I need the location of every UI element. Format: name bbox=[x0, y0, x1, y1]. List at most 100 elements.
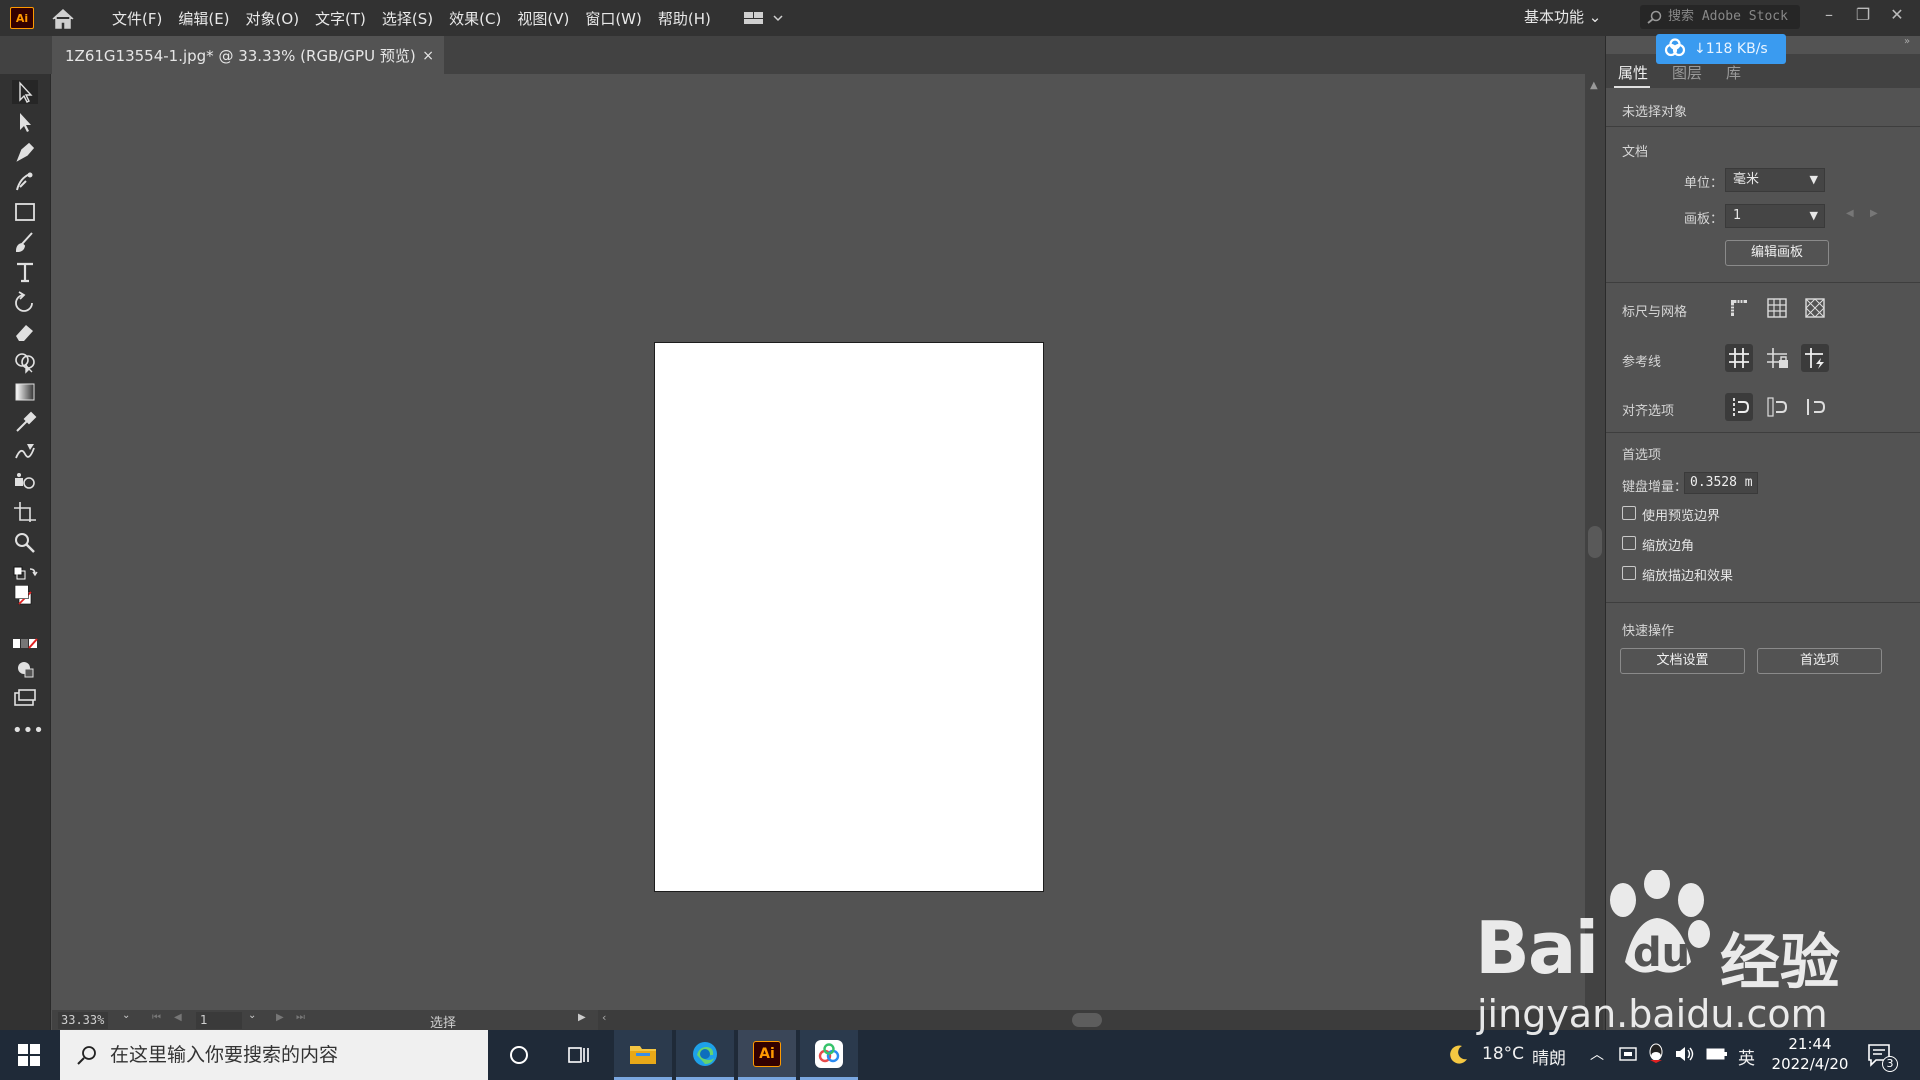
shape-builder-tool-icon[interactable] bbox=[12, 350, 38, 374]
moon-weather-icon[interactable] bbox=[1446, 1043, 1470, 1071]
scale-corners-checkbox[interactable] bbox=[1622, 536, 1636, 550]
edge-browser-icon[interactable] bbox=[676, 1030, 734, 1080]
smart-guides-icon[interactable] bbox=[1801, 344, 1829, 372]
preferences-button[interactable]: 首选项 bbox=[1757, 648, 1882, 674]
tab-libraries[interactable]: 库 bbox=[1726, 62, 1741, 83]
document-setup-button[interactable]: 文档设置 bbox=[1620, 648, 1745, 674]
symbol-sprayer-tool-icon[interactable] bbox=[12, 470, 38, 494]
menu-help[interactable]: 帮助(H) bbox=[650, 8, 719, 29]
eraser-tool-icon[interactable] bbox=[12, 320, 38, 344]
keyboard-increment-input[interactable]: 0.3528 m bbox=[1684, 472, 1758, 494]
fill-stroke-swatch[interactable] bbox=[12, 584, 38, 620]
qq-icon[interactable] bbox=[1646, 1042, 1666, 1070]
scroll-up-icon[interactable]: ▲ bbox=[1590, 80, 1598, 91]
windows-start-icon[interactable] bbox=[0, 1030, 58, 1080]
artboard-dropdown[interactable]: 1 ▼ bbox=[1725, 204, 1825, 228]
menu-edit[interactable]: 编辑(E) bbox=[170, 8, 237, 29]
direct-selection-tool-icon[interactable] bbox=[12, 110, 38, 134]
workspace-switcher[interactable]: 基本功能 ⌄ bbox=[1524, 6, 1601, 27]
menu-file[interactable]: 文件(F) bbox=[104, 8, 170, 29]
default-fill-stroke-icon[interactable] bbox=[12, 562, 38, 580]
next-artboard-panel-icon[interactable]: ▶ bbox=[1870, 208, 1878, 219]
pen-tool-icon[interactable] bbox=[12, 140, 38, 164]
transparency-grid-icon[interactable] bbox=[1801, 294, 1829, 322]
zoom-dropdown-icon[interactable]: ⌄ bbox=[122, 1010, 130, 1021]
use-preview-bounds-checkbox[interactable] bbox=[1622, 506, 1636, 520]
notification-center-icon[interactable]: 3 bbox=[1866, 1042, 1898, 1074]
network-drive-icon[interactable] bbox=[1618, 1044, 1638, 1068]
first-artboard-icon[interactable]: ⏮ bbox=[152, 1012, 161, 1023]
file-explorer-icon[interactable] bbox=[614, 1030, 672, 1080]
illustrator-taskbar-icon[interactable]: Ai bbox=[738, 1030, 796, 1080]
lock-guides-icon[interactable] bbox=[1763, 344, 1791, 372]
menu-effect[interactable]: 效果(C) bbox=[441, 8, 509, 29]
scroll-left-icon[interactable]: ‹ bbox=[602, 1011, 606, 1024]
tab-layers[interactable]: 图层 bbox=[1672, 62, 1702, 83]
curvature-tool-icon[interactable] bbox=[12, 170, 38, 194]
menu-view[interactable]: 视图(V) bbox=[509, 8, 577, 29]
show-hidden-icons-icon[interactable]: ︿ bbox=[1590, 1044, 1604, 1064]
weather-temperature[interactable]: 18°C bbox=[1482, 1044, 1524, 1064]
cortana-icon[interactable] bbox=[490, 1030, 548, 1080]
status-menu-icon[interactable]: ▶ bbox=[578, 1012, 586, 1023]
menu-window[interactable]: 窗口(W) bbox=[577, 8, 650, 29]
eyedropper-tool-icon[interactable] bbox=[12, 410, 38, 434]
snap-to-pixel-icon[interactable] bbox=[1763, 393, 1791, 421]
snap-to-point-icon[interactable] bbox=[1725, 393, 1753, 421]
scale-strokes-effects-checkbox[interactable] bbox=[1622, 566, 1636, 580]
zoom-field[interactable]: 33.33% bbox=[58, 1012, 108, 1029]
more-tools-icon[interactable]: ••• bbox=[12, 720, 44, 744]
artboard-tool-icon[interactable] bbox=[12, 500, 38, 524]
artboard-number-field[interactable]: 1 bbox=[196, 1012, 242, 1029]
task-view-icon[interactable] bbox=[550, 1030, 608, 1080]
prev-artboard-panel-icon[interactable]: ◀ bbox=[1846, 208, 1854, 219]
draw-mode-icon[interactable] bbox=[12, 656, 38, 680]
selection-tool-icon[interactable] bbox=[12, 80, 38, 104]
artboard-dropdown-icon[interactable]: ⌄ bbox=[248, 1010, 256, 1021]
rectangle-tool-icon[interactable] bbox=[12, 200, 38, 224]
home-icon[interactable] bbox=[50, 8, 76, 30]
weather-description[interactable]: 晴朗 bbox=[1532, 1044, 1566, 1069]
system-clock[interactable]: 21:44 2022/4/20 bbox=[1770, 1034, 1850, 1074]
h-scrollbar-thumb[interactable] bbox=[1072, 1013, 1102, 1027]
vertical-scrollbar[interactable]: ▲ bbox=[1585, 74, 1605, 1010]
show-guides-icon[interactable] bbox=[1725, 344, 1753, 372]
minimize-icon[interactable]: – bbox=[1814, 2, 1844, 28]
taskbar-search-input[interactable]: 在这里输入你要搜索的内容 bbox=[60, 1030, 488, 1080]
input-method-indicator[interactable]: 英 bbox=[1738, 1044, 1755, 1069]
panel-collapse-icon[interactable]: » bbox=[1904, 36, 1910, 47]
last-artboard-icon[interactable]: ⏭ bbox=[296, 1012, 305, 1023]
menu-select[interactable]: 选择(S) bbox=[374, 8, 441, 29]
artboard[interactable] bbox=[654, 342, 1044, 892]
unit-dropdown[interactable]: 毫米 ▼ bbox=[1725, 168, 1825, 192]
blend-tool-icon[interactable] bbox=[12, 440, 38, 464]
scrollbar-thumb[interactable] bbox=[1588, 526, 1602, 558]
baidu-netdisk-taskbar-icon[interactable] bbox=[800, 1030, 858, 1080]
zoom-tool-icon[interactable] bbox=[12, 530, 38, 554]
volume-icon[interactable] bbox=[1674, 1044, 1696, 1068]
document-tab[interactable]: 1Z61G13554-1.jpg* @ 33.33% (RGB/GPU 预览) … bbox=[52, 36, 444, 74]
stock-search-input[interactable]: 搜索 Adobe Stock bbox=[1640, 5, 1800, 29]
gradient-tool-icon[interactable] bbox=[12, 380, 38, 404]
paintbrush-tool-icon[interactable] bbox=[12, 230, 38, 254]
tab-properties[interactable]: 属性 bbox=[1618, 62, 1648, 83]
menu-type[interactable]: 文字(T) bbox=[307, 8, 374, 29]
next-artboard-icon[interactable]: ▶ bbox=[276, 1012, 284, 1023]
type-tool-icon[interactable] bbox=[12, 260, 38, 284]
arrange-documents-icon[interactable] bbox=[742, 9, 786, 31]
restore-icon[interactable]: ❐ bbox=[1848, 2, 1878, 28]
screen-mode-icon[interactable] bbox=[12, 686, 38, 710]
canvas-area[interactable] bbox=[52, 74, 1585, 1010]
battery-icon[interactable] bbox=[1706, 1046, 1728, 1066]
close-window-icon[interactable]: ✕ bbox=[1882, 2, 1912, 28]
grid-icon[interactable] bbox=[1763, 294, 1791, 322]
color-mode-icons[interactable] bbox=[12, 632, 38, 650]
close-tab-icon[interactable]: × bbox=[422, 36, 434, 76]
rotate-tool-icon[interactable] bbox=[12, 290, 38, 314]
menu-object[interactable]: 对象(O) bbox=[238, 8, 308, 29]
edit-artboard-button[interactable]: 编辑画板 bbox=[1725, 240, 1829, 266]
prev-artboard-icon[interactable]: ◀ bbox=[174, 1012, 182, 1023]
snap-to-glyph-icon[interactable] bbox=[1801, 393, 1829, 421]
ruler-icon[interactable] bbox=[1725, 294, 1753, 322]
horizontal-scrollbar[interactable]: ‹ bbox=[598, 1010, 1603, 1030]
